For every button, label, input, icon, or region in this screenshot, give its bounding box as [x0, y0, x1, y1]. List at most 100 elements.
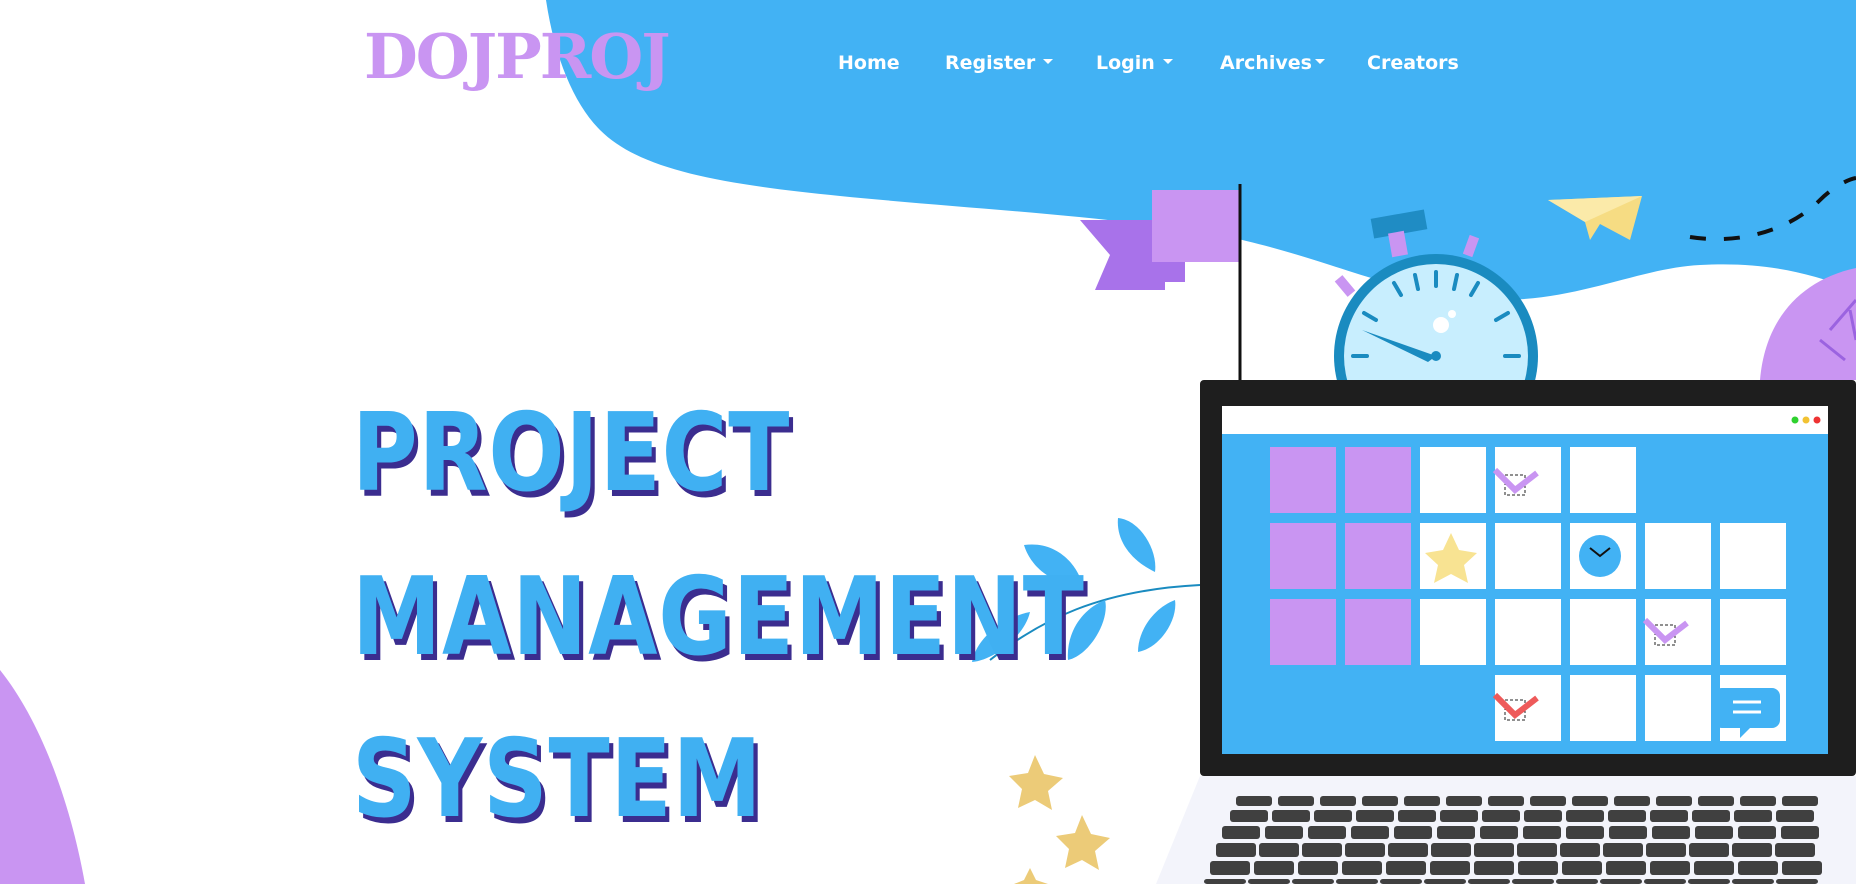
keyboard-key: [1431, 843, 1471, 857]
keyboard-key: [1732, 879, 1774, 884]
keyboard-key: [1474, 843, 1514, 857]
keyboard-key: [1524, 810, 1562, 822]
calendar-cell: [1270, 447, 1336, 513]
nav-archives-label: Archives: [1220, 52, 1312, 74]
keyboard-key: [1566, 810, 1604, 822]
calendar-cell: [1645, 523, 1711, 589]
keyboard-key: [1430, 861, 1470, 875]
keyboard-key: [1652, 826, 1690, 839]
keyboard-key: [1650, 810, 1688, 822]
keyboard-key: [1738, 861, 1778, 875]
keyboard-key: [1236, 796, 1272, 806]
keyboard-key: [1259, 843, 1299, 857]
nav-register[interactable]: Register: [945, 52, 1054, 74]
keyboard-key: [1566, 826, 1604, 839]
keyboard-key: [1695, 826, 1733, 839]
keyboard-key: [1603, 843, 1643, 857]
keyboard-key: [1650, 861, 1690, 875]
calendar-cell: [1420, 599, 1486, 665]
background-illustration: [0, 0, 1856, 884]
keyboard-key: [1480, 826, 1518, 839]
keyboard-key: [1646, 843, 1686, 857]
keyboard-key: [1302, 843, 1342, 857]
calendar-cell: [1645, 675, 1711, 741]
keyboard-key: [1230, 810, 1268, 822]
keyboard-key: [1562, 861, 1602, 875]
keyboard-key: [1523, 826, 1561, 839]
nav-register-label: Register: [945, 52, 1036, 74]
keyboard-key: [1424, 879, 1466, 884]
keyboard-key: [1734, 810, 1772, 822]
calendar-cell: [1495, 599, 1561, 665]
keyboard-key: [1488, 796, 1524, 806]
star-icon: [1009, 755, 1110, 884]
calendar-cell: [1495, 523, 1561, 589]
keyboard-key: [1782, 861, 1822, 875]
keyboard-key: [1608, 810, 1646, 822]
calendar-cell: [1345, 447, 1411, 513]
keyboard-key: [1298, 861, 1338, 875]
nav-creators[interactable]: Creators: [1367, 52, 1459, 74]
keyboard-key: [1517, 843, 1557, 857]
keyboard-key: [1342, 861, 1382, 875]
calendar-cell: [1345, 523, 1411, 589]
purple-tree-shape: [1760, 268, 1856, 380]
keyboard-key: [1781, 826, 1819, 839]
keyboard-key: [1698, 796, 1734, 806]
nav-login[interactable]: Login: [1096, 52, 1173, 74]
nav-creators-label: Creators: [1367, 52, 1459, 74]
chevron-down-icon: [1314, 59, 1325, 64]
keyboard-key: [1474, 861, 1514, 875]
calendar-cell: [1570, 599, 1636, 665]
keyboard-key: [1556, 879, 1598, 884]
keyboard-key: [1732, 843, 1772, 857]
keyboard-key: [1560, 843, 1600, 857]
keyboard-key: [1437, 826, 1475, 839]
keyboard-key: [1278, 796, 1314, 806]
keyboard-key: [1345, 843, 1385, 857]
nav-archives[interactable]: Archives: [1220, 52, 1325, 74]
chevron-down-icon: [1043, 59, 1054, 64]
keyboard-key: [1468, 879, 1510, 884]
keyboard-key: [1776, 810, 1814, 822]
calendar-cell: [1270, 599, 1336, 665]
keyboard-key: [1292, 879, 1334, 884]
keyboard-key: [1204, 879, 1246, 884]
brand-logo[interactable]: DOJPROJ: [364, 26, 671, 88]
keyboard-key: [1776, 879, 1818, 884]
keyboard-key: [1404, 796, 1440, 806]
keyboard-key: [1656, 796, 1692, 806]
keyboard-key: [1512, 879, 1554, 884]
keyboard-key: [1609, 826, 1647, 839]
keyboard-key: [1388, 843, 1428, 857]
keyboard-key: [1738, 826, 1776, 839]
keyboard-key: [1530, 796, 1566, 806]
calendar-cell: [1570, 675, 1636, 741]
keyboard-key: [1606, 861, 1646, 875]
keyboard-key: [1386, 861, 1426, 875]
keyboard-key: [1446, 796, 1482, 806]
keyboard-key: [1380, 879, 1422, 884]
purple-corner-shape: [0, 670, 85, 884]
nav-home[interactable]: Home: [838, 52, 900, 74]
keyboard-key: [1600, 879, 1642, 884]
keyboard-key: [1222, 826, 1260, 839]
keyboard-key: [1440, 810, 1478, 822]
keyboard-key: [1775, 843, 1815, 857]
keyboard-key: [1320, 796, 1356, 806]
keyboard-key: [1272, 810, 1310, 822]
keyboard-key: [1308, 826, 1346, 839]
hero-title-line-2: MANAGEMENT: [352, 555, 1085, 680]
keyboard-key: [1518, 861, 1558, 875]
keyboard-key: [1692, 810, 1730, 822]
keyboard-key: [1394, 826, 1432, 839]
keyboard-key: [1572, 796, 1608, 806]
calendar-cell: [1720, 523, 1786, 589]
hero-title-line-1: PROJECT: [352, 391, 791, 516]
keyboard-key: [1265, 826, 1303, 839]
keyboard-key: [1614, 796, 1650, 806]
calendar-cell: [1570, 447, 1636, 513]
calendar-cell: [1345, 599, 1411, 665]
keyboard-key: [1336, 879, 1378, 884]
nav-home-label: Home: [838, 52, 900, 74]
